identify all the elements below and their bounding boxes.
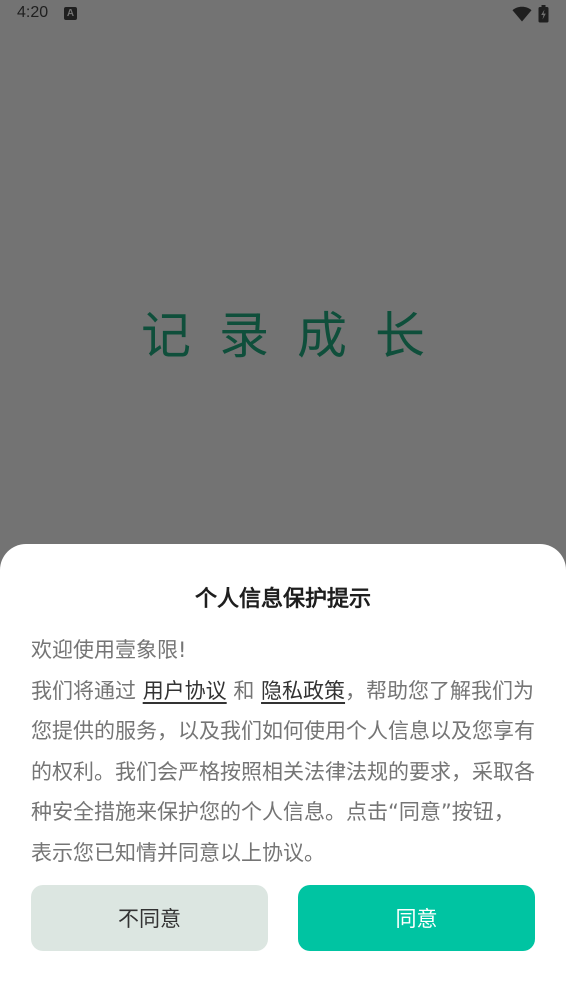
battery-icon — [538, 5, 549, 23]
agree-button[interactable]: 同意 — [298, 885, 535, 951]
dialog-message: 我们将通过 用户协议 和 隐私政策，帮助您了解我们为您提供的服务，以及我们如何使… — [31, 671, 535, 874]
dialog-title: 个人信息保护提示 — [194, 587, 371, 612]
message-intro: 我们将通过 — [31, 678, 143, 703]
disagree-button[interactable]: 不同意 — [31, 885, 268, 951]
status-time: 4:20 — [17, 4, 49, 21]
user-agreement-link[interactable]: 用户协议 — [143, 679, 227, 703]
privacy-policy-link[interactable]: 隐私政策 — [261, 679, 345, 703]
message-detail: ，帮助您了解我们为您提供的服务，以及我们如何使用个人信息以及您享有的权利。我们会… — [31, 678, 535, 865]
status-bar: 4:20 A — [0, 0, 566, 30]
a-notification-icon: A — [64, 7, 77, 20]
splash-slogan: 记录成长 — [141, 307, 453, 365]
message-connector: 和 — [226, 678, 262, 703]
wifi-icon — [512, 6, 532, 22]
dialog-greeting: 欢迎使用壹象限! — [31, 638, 187, 662]
dialog-body: 欢迎使用壹象限! 我们将通过 用户协议 和 隐私政策，帮助您了解我们为您提供的服… — [31, 630, 535, 873]
privacy-dialog: 个人信息保护提示 欢迎使用壹象限! 我们将通过 用户协议 和 隐私政策，帮助您了… — [0, 544, 566, 1006]
